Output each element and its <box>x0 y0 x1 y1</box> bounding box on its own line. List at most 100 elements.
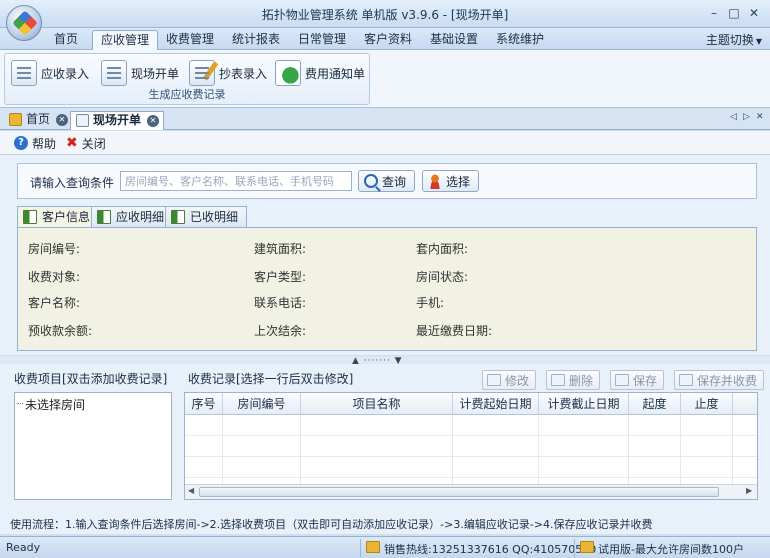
grid-column <box>301 415 453 485</box>
close-all-tabs-icon[interactable]: ✕ <box>756 112 764 122</box>
menu-bar: 首页 应收管理 收费管理 统计报表 日常管理 客户资料 基础设置 系统维护 主题… <box>0 28 770 50</box>
maximize-button[interactable]: □ <box>726 6 742 20</box>
minimize-button[interactable]: – <box>706 6 722 20</box>
user-icon <box>428 173 442 189</box>
menu-charge[interactable]: 收费管理 <box>158 30 222 50</box>
scroll-left-icon[interactable]: ◀ <box>188 486 194 495</box>
theme-switch-label: 主题切换 <box>705 33 754 47</box>
receivable-entry-button[interactable]: 应收录入 <box>11 58 89 88</box>
flow-instructions: 使用流程：1.输入查询条件后选择房间->2.选择收费项目（双击即可自动添加应收记… <box>10 518 653 531</box>
query-box: 请输入查询条件 查询 选择 <box>17 163 757 199</box>
menu-maintenance[interactable]: 系统维护 <box>488 30 552 50</box>
tab-home-label: 首页 <box>26 112 51 126</box>
menu-settings[interactable]: 基础设置 <box>422 30 486 50</box>
tab-received-detail[interactable]: 已收明细 <box>165 206 248 228</box>
ribbon-group-label: 生成应收费记录 <box>148 88 226 101</box>
fee-notice-button[interactable]: 费用通知单 <box>275 58 365 88</box>
tab-onsite-billing-label: 现场开单 <box>93 113 142 127</box>
column-header[interactable]: 计费起始日期 <box>453 393 539 415</box>
search-input[interactable] <box>120 171 352 191</box>
onsite-billing-button[interactable]: 现场开单 <box>101 58 179 88</box>
edit-button[interactable]: 修改 <box>482 370 537 390</box>
help-label: 帮助 <box>32 136 57 151</box>
menu-receivable[interactable]: 应收管理 <box>92 30 159 50</box>
last-settle-label: 上次结余: <box>254 324 307 338</box>
folder-icon <box>366 541 380 553</box>
grid-column <box>539 415 629 485</box>
column-header[interactable]: 止度 <box>681 393 733 415</box>
document-tab-bar: 首页 ✕ 现场开单 ✕ ◁ ▷ ✕ <box>0 108 770 130</box>
receivable-entry-label: 应收录入 <box>41 66 90 81</box>
fee-items-tree[interactable]: 未选择房间 <box>14 392 172 500</box>
menu-customers[interactable]: 客户资料 <box>356 30 420 50</box>
column-header[interactable]: 起度 <box>629 393 681 415</box>
horizontal-scrollbar[interactable]: ◀ ▶ <box>185 484 757 499</box>
column-header[interactable]: 房间编号 <box>223 393 301 415</box>
last-pay-date-label: 最近缴费日期: <box>416 324 493 338</box>
grid-column <box>681 415 733 485</box>
tab-home[interactable]: 首页 ✕ <box>4 111 72 130</box>
edit-icon <box>487 374 501 386</box>
toolbar: ? 帮助 ✖ 关闭 <box>0 131 770 155</box>
status-separator <box>360 539 361 557</box>
tree-item[interactable]: 未选择房间 <box>16 396 85 413</box>
close-tab-icon[interactable]: ✕ <box>147 115 160 127</box>
ribbon-group-generate: 应收录入 现场开单 抄表录入 费用通知单 生成应收费记录 <box>4 53 370 105</box>
tab-scroll-left-icon[interactable]: ◁ <box>730 112 737 122</box>
column-header[interactable]: 计费截止日期 <box>539 393 629 415</box>
fee-records-grid[interactable]: 序号 房间编号 项目名称 计费起始日期 计费截止日期 起度 止度 ◀ ▶ <box>184 392 758 500</box>
grid-column <box>185 415 223 485</box>
tab-receivable-detail[interactable]: 应收明细 <box>91 206 174 228</box>
delete-button[interactable]: 删除 <box>546 370 601 390</box>
grid-column <box>223 415 301 485</box>
lower-panel: 收费项目[双击添加收费记录] 未选择房间 收费记录[选择一行后双击修改] 修改 … <box>0 364 770 512</box>
scroll-right-icon[interactable]: ▶ <box>746 486 752 495</box>
tab-receivable-detail-label: 应收明细 <box>116 210 165 224</box>
select-button[interactable]: 选择 <box>422 170 480 192</box>
tab-scroll-right-icon[interactable]: ▷ <box>743 112 750 122</box>
meter-entry-label: 抄表录入 <box>219 66 268 81</box>
room-no-label: 房间编号: <box>28 242 81 256</box>
charge-target-label: 收费对象: <box>28 270 81 284</box>
edit-button-label: 修改 <box>505 373 530 388</box>
chevron-down-icon: ▼ <box>755 37 762 46</box>
menu-reports[interactable]: 统计报表 <box>224 30 288 50</box>
app-logo-icon[interactable] <box>6 5 42 41</box>
document-edit-icon <box>101 60 127 86</box>
tab-customer-info[interactable]: 客户信息 <box>17 206 100 228</box>
status-hotline: 销售热线:13251337616 QQ:410570560 <box>384 543 597 556</box>
menu-daily[interactable]: 日常管理 <box>290 30 354 50</box>
select-button-label: 选择 <box>446 174 471 189</box>
fee-records-label: 收费记录[选择一行后双击修改] <box>188 372 354 386</box>
book-icon <box>171 210 185 224</box>
search-icon <box>364 174 378 188</box>
column-header[interactable]: 序号 <box>185 393 223 415</box>
save-icon <box>615 374 629 386</box>
document-icon <box>76 114 89 127</box>
status-ready: Ready <box>6 541 41 554</box>
menu-home[interactable]: 首页 <box>46 30 86 50</box>
home-icon <box>9 113 22 126</box>
close-x-icon: ✖ <box>66 135 78 151</box>
close-button[interactable]: ✖ 关闭 <box>66 134 106 152</box>
query-button[interactable]: 查询 <box>358 170 416 192</box>
close-tab-icon[interactable]: ✕ <box>56 114 69 126</box>
close-label: 关闭 <box>81 136 106 151</box>
save-and-charge-button[interactable]: 保存并收费 <box>674 370 765 390</box>
prepay-balance-label: 预收款余额: <box>28 324 93 338</box>
meter-entry-button[interactable]: 抄表录入 <box>189 58 267 88</box>
column-header[interactable]: 项目名称 <box>301 393 453 415</box>
help-button[interactable]: ? 帮助 <box>14 134 56 152</box>
scroll-thumb[interactable] <box>199 487 719 497</box>
close-window-button[interactable]: ✕ <box>746 6 762 20</box>
tab-onsite-billing[interactable]: 现场开单 ✕ <box>70 111 165 130</box>
customer-type-label: 客户类型: <box>254 270 307 284</box>
save-button[interactable]: 保存 <box>610 370 665 390</box>
fee-items-label: 收费项目[双击添加收费记录] <box>14 372 168 386</box>
panel-splitter[interactable]: ▲ ······· ▼ <box>0 356 770 366</box>
window-title: 拓扑物业管理系统 单机版 v3.9.6 - [现场开单] <box>261 8 509 22</box>
query-button-label: 查询 <box>382 174 407 189</box>
flow-instructions-bar: 使用流程：1.输入查询条件后选择房间->2.选择收费项目（双击即可自动添加应收记… <box>0 512 770 534</box>
grid-column <box>453 415 539 485</box>
theme-switch-menu[interactable]: 主题切换 ▼ <box>706 31 762 48</box>
